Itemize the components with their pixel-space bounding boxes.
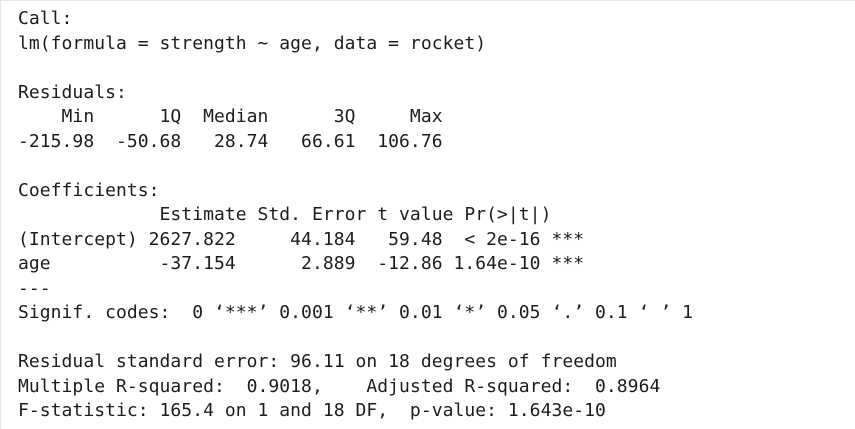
coefficients-row-age: age -37.154 2.889 -12.86 1.64e-10 *** [18,253,585,274]
console-output: Call: lm(formula = strength ~ age, data … [0,0,855,429]
signif-codes: Signif. codes: 0 ‘***’ 0.001 ‘**’ 0.01 ‘… [18,302,693,323]
residuals-quantile-values: -215.98 -50.68 28.74 66.61 106.76 [18,130,454,152]
coefficients-table-header: Estimate Std. Error t value Pr(>|t|) [18,204,596,225]
residual-standard-error: Residual standard error: 96.11 on 18 deg… [18,351,617,372]
call-header: Call: [18,8,73,29]
r-squared-line: Multiple R-squared: 0.9018, Adjusted R-s… [18,375,672,397]
call-formula: lm(formula = strength ~ age, data = rock… [18,32,487,54]
blank-line [18,326,855,351]
blank-line [18,56,855,81]
blank-line [18,154,855,179]
coefficients-header: Coefficients: [18,179,160,201]
residuals-header: Residuals: [18,81,127,103]
residuals-quantile-labels: Min 1Q Median 3Q Max [18,106,454,127]
signif-separator: --- [18,277,51,299]
f-statistic-line: F-statistic: 165.4 on 1 and 18 DF, p-val… [18,400,606,421]
coefficients-row-intercept: (Intercept) 2627.822 44.184 59.48 < 2e-1… [18,228,585,250]
